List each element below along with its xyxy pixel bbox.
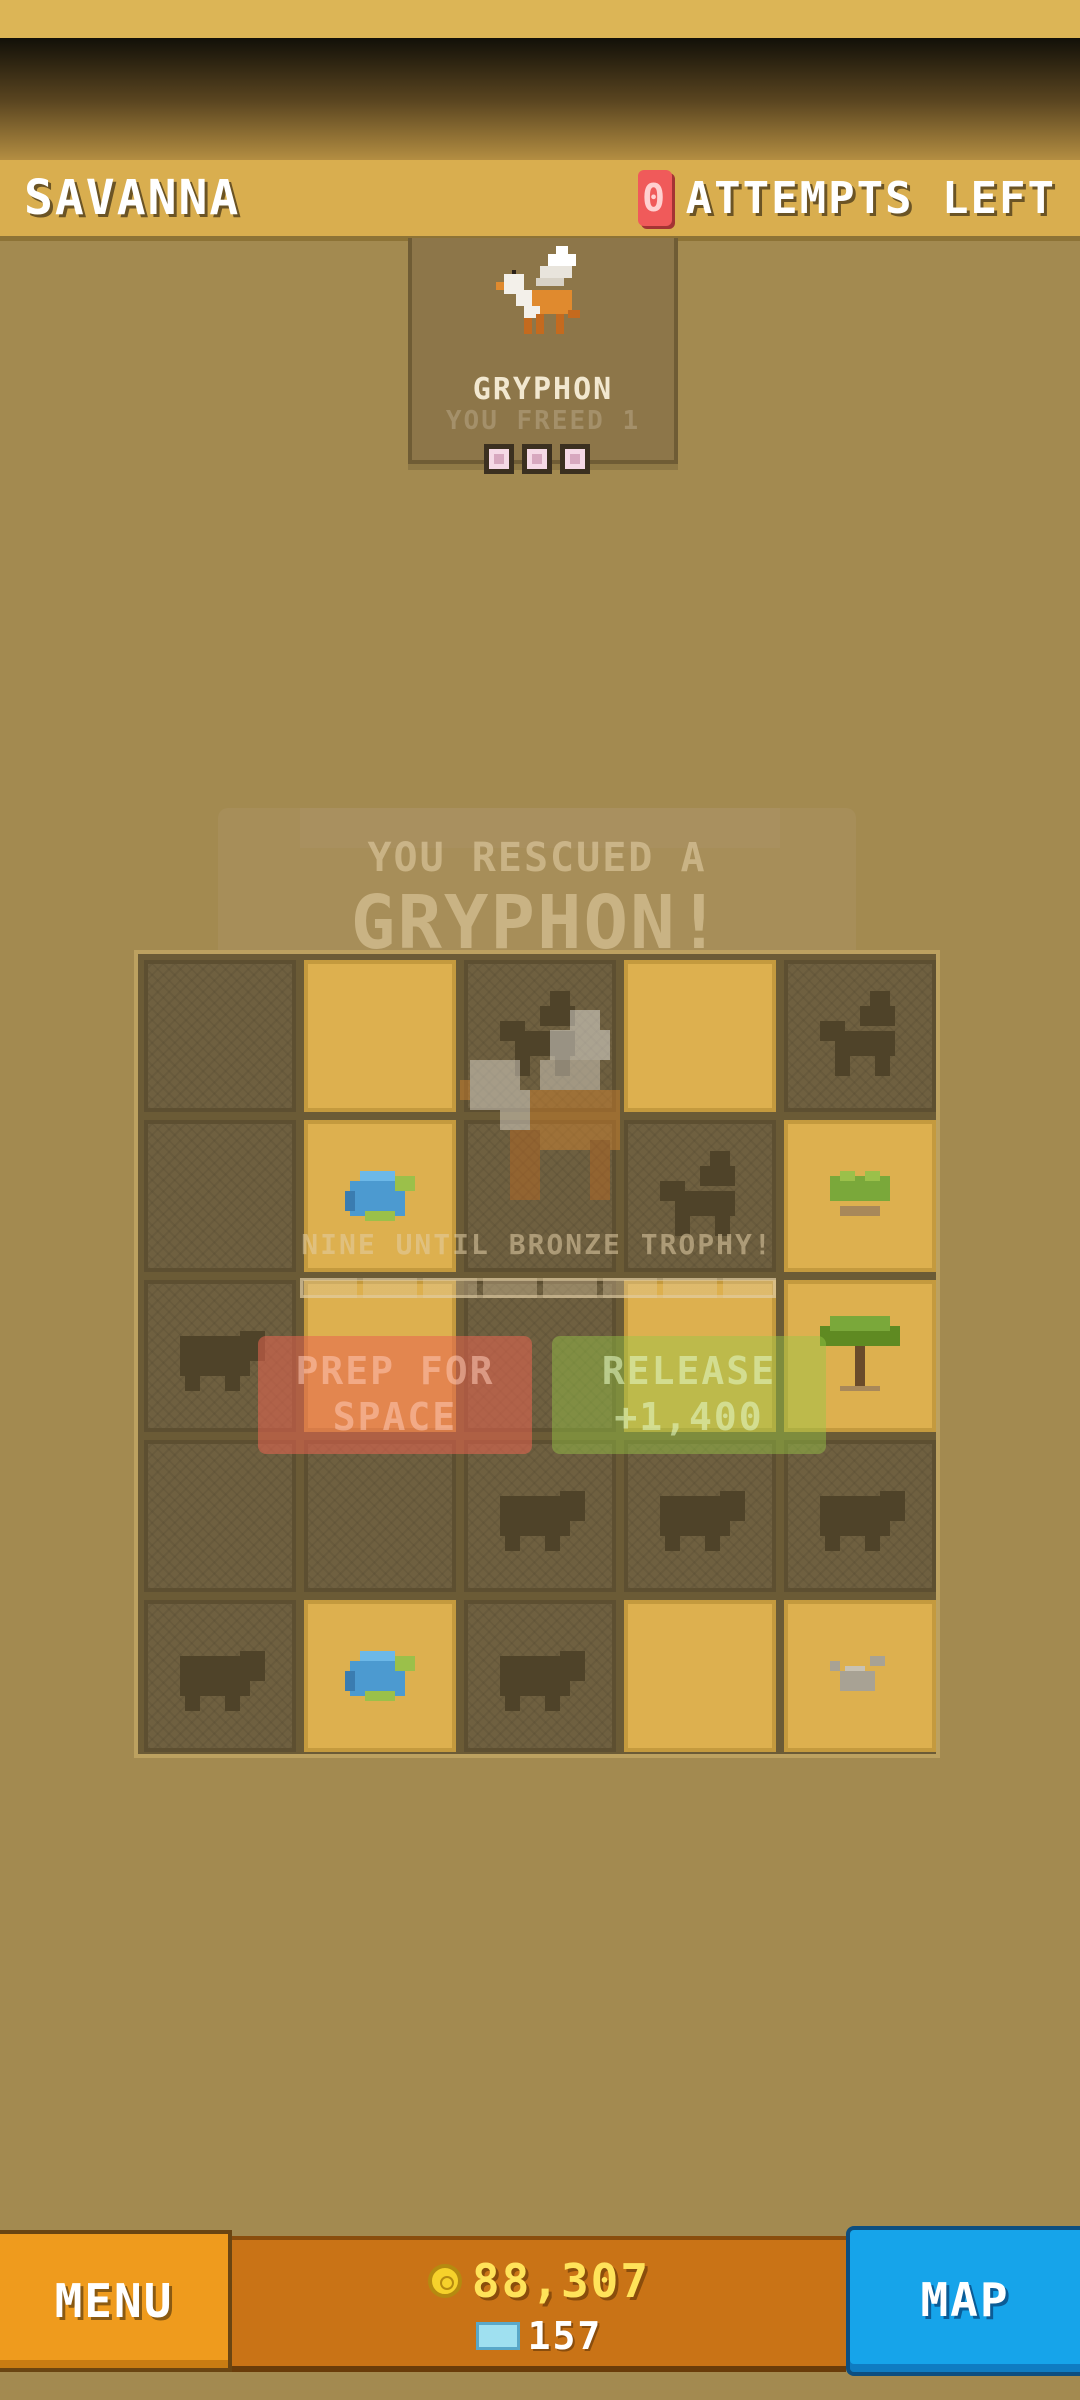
animal-freed-count: YOU FREED 1	[445, 406, 641, 436]
bush-icon	[830, 1171, 890, 1216]
hippo-silhouette-icon	[820, 1491, 905, 1551]
currency-panel: 88,307 157	[232, 2236, 846, 2372]
grid-tile[interactable]	[304, 960, 456, 1112]
progress-dot	[484, 444, 514, 474]
animal-name: GRYPHON	[472, 372, 614, 407]
blue-gem-icon	[345, 1651, 415, 1701]
menu-button[interactable]: MENU	[0, 2230, 232, 2372]
rescue-message: YOU RESCUED A	[367, 835, 707, 881]
gryphon-silhouette-icon	[820, 991, 895, 1076]
release-button[interactable]: RELEASE +1,400	[552, 1336, 826, 1454]
status-bar	[0, 0, 1080, 38]
gryphon-icon	[496, 246, 580, 334]
grid-tile[interactable]	[464, 1600, 616, 1752]
grid-tile[interactable]	[144, 1440, 296, 1592]
progress-dot	[522, 444, 552, 474]
grid-tile[interactable]	[624, 960, 776, 1112]
prep-for-space-button[interactable]: PREP FOR SPACE	[258, 1336, 532, 1454]
grid-tile[interactable]	[144, 960, 296, 1112]
grid-tile[interactable]	[784, 1600, 936, 1752]
attempts-indicator: 0 ATTEMPTS LEFT	[637, 166, 1056, 230]
attempts-count-badge: 0	[637, 170, 672, 226]
coin-icon	[427, 2264, 462, 2298]
top-gradient	[0, 38, 1080, 178]
hippo-silhouette-icon	[660, 1491, 745, 1551]
gem-ticket-icon	[475, 2322, 520, 2350]
hippo-silhouette-icon	[500, 1651, 585, 1711]
hippo-silhouette-icon	[180, 1651, 265, 1711]
trophy-progress-text: NINE UNTIL BRONZE TROPHY!	[301, 1228, 773, 1261]
acacia-tree-icon	[820, 1316, 900, 1391]
grid-tile[interactable]	[624, 1600, 776, 1752]
map-button[interactable]: MAP	[846, 2226, 1080, 2376]
rocks-icon	[830, 1656, 885, 1691]
grid-tile[interactable]	[464, 1440, 616, 1592]
grid-tile[interactable]	[784, 960, 936, 1112]
trophy-progress-bar	[300, 1278, 776, 1298]
attempts-label: ATTEMPTS LEFT	[685, 172, 1056, 224]
hippo-silhouette-icon	[500, 1491, 585, 1551]
grid-tile[interactable]	[144, 1600, 296, 1752]
grid-tile[interactable]	[784, 1440, 936, 1592]
rescued-gryphon-icon	[460, 1010, 620, 1200]
progress-dot	[560, 444, 590, 474]
level-title: SAVANNA	[24, 170, 241, 226]
grid-tile[interactable]	[624, 1440, 776, 1592]
coins-value: 88,307	[471, 2254, 651, 2308]
gems-display: 157	[232, 2314, 846, 2358]
gems-value: 157	[527, 2314, 603, 2358]
target-animal-card[interactable]: GRYPHON YOU FREED 1	[408, 238, 678, 474]
blue-gem-icon	[345, 1171, 415, 1221]
grid-tile[interactable]	[304, 1440, 456, 1592]
coins-display: 88,307	[232, 2254, 846, 2308]
grid-tile[interactable]	[304, 1600, 456, 1752]
level-header: SAVANNA 0 ATTEMPTS LEFT	[0, 160, 1080, 241]
progress-dots	[484, 444, 590, 474]
